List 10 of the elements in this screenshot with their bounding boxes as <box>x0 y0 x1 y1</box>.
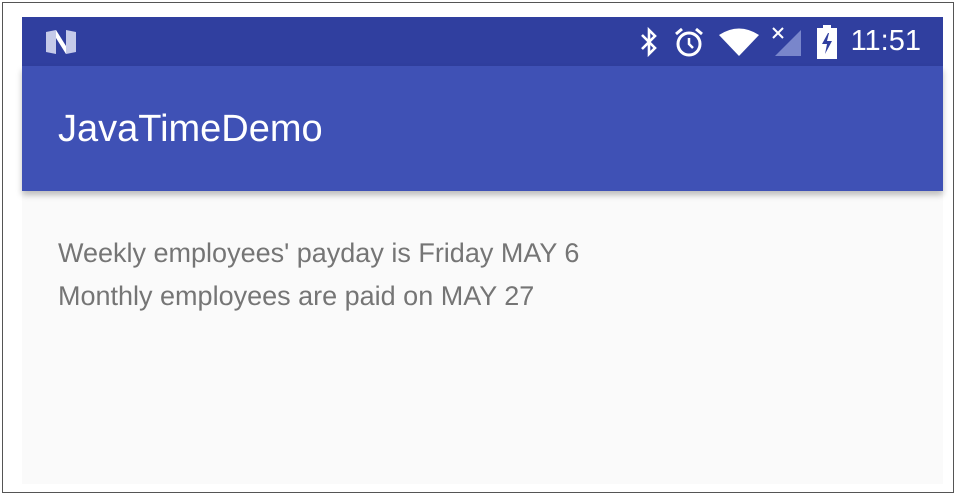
wifi-icon <box>718 28 759 56</box>
message-text: Weekly employees' payday is Friday MAY 6 <box>58 237 580 270</box>
signal-icon <box>770 26 803 58</box>
status-time: 11:51 <box>850 27 921 56</box>
alarm-clock-icon <box>672 26 705 58</box>
battery-charging-icon <box>816 24 837 58</box>
message-text: Monthly employees are paid on MAY 27 <box>58 280 534 313</box>
nougat-logo-icon <box>44 28 78 56</box>
bluetooth-icon <box>638 26 659 58</box>
app-title: JavaTimeDemo <box>58 110 323 148</box>
